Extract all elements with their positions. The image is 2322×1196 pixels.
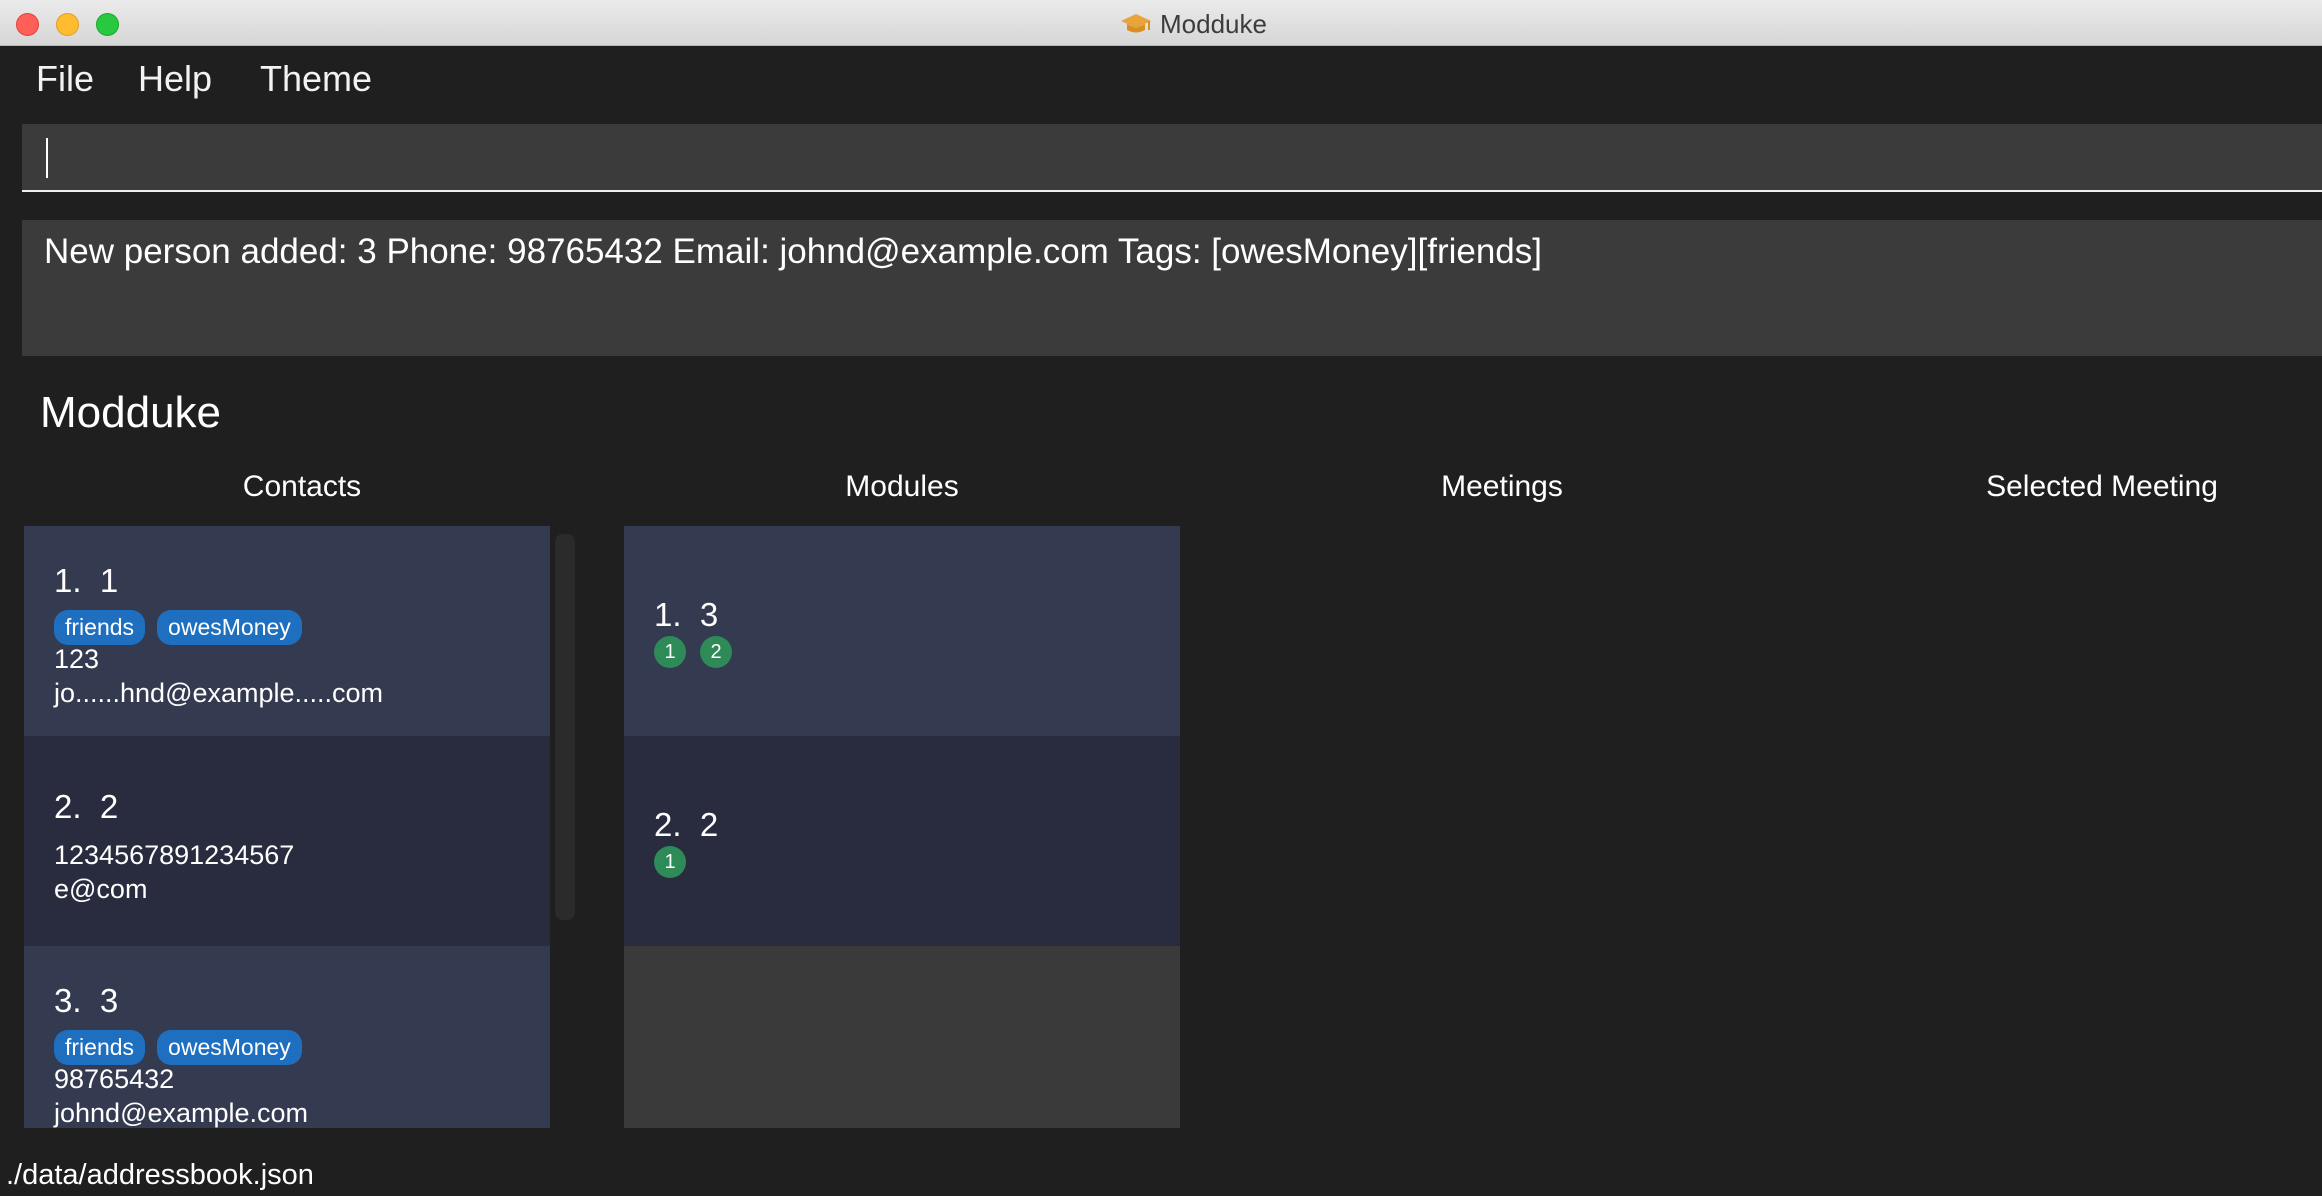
window-title-text: Modduke bbox=[1160, 8, 1267, 39]
status-bar: ./data/addressbook.json bbox=[0, 1153, 2322, 1196]
member-badge: 1 bbox=[654, 636, 686, 668]
meetings-header: Meetings bbox=[1441, 470, 1563, 503]
tag-friends: friends bbox=[54, 610, 146, 645]
contact-index: 1. bbox=[54, 562, 82, 599]
module-title: 1. 3 bbox=[654, 596, 718, 634]
minimize-window-button[interactable] bbox=[56, 13, 79, 36]
modules-list-empty-area bbox=[624, 946, 1180, 1128]
contact-name: 1 bbox=[99, 562, 119, 599]
contact-tags: friends owesMoney bbox=[54, 1030, 302, 1065]
contact-email: e@com bbox=[54, 874, 148, 904]
window-title: Modduke bbox=[1120, 8, 1267, 40]
command-input[interactable] bbox=[22, 124, 2322, 192]
tag-friends: friends bbox=[54, 1030, 146, 1065]
contact-name: 3 bbox=[99, 982, 119, 1019]
menu-file[interactable]: File bbox=[36, 58, 94, 100]
contact-phone: 98765432 bbox=[54, 1064, 175, 1094]
module-members: 1 bbox=[654, 846, 686, 878]
contact-phone: 123 bbox=[54, 644, 100, 674]
member-badge: 2 bbox=[700, 636, 732, 668]
module-index: 2. bbox=[654, 806, 682, 843]
contacts-header: Contacts bbox=[242, 470, 362, 503]
selected-meeting-panel bbox=[1824, 526, 2322, 1128]
menu-theme[interactable]: Theme bbox=[260, 58, 372, 100]
contact-index: 2. bbox=[54, 788, 82, 825]
menu-help[interactable]: Help bbox=[138, 58, 212, 100]
close-window-button[interactable] bbox=[16, 13, 39, 36]
contacts-list[interactable]: 1. 1 friends owesMoney 123 jo......hnd@e… bbox=[24, 526, 550, 1128]
contact-index: 3. bbox=[54, 982, 82, 1019]
module-name: 3 bbox=[699, 596, 719, 633]
module-card[interactable]: 2. 2 1 bbox=[624, 736, 1180, 946]
graduation-cap-icon bbox=[1121, 14, 1151, 33]
window-titlebar: Modduke bbox=[0, 0, 2322, 46]
modules-header: Modules bbox=[845, 470, 959, 503]
maximize-window-button[interactable] bbox=[96, 13, 119, 36]
menu-bar: File Help Theme bbox=[0, 46, 2322, 124]
contact-card[interactable]: 1. 1 friends owesMoney 123 jo......hnd@e… bbox=[24, 526, 550, 736]
modules-list[interactable]: 1. 3 1 2 2. 2 1 bbox=[624, 526, 1180, 1128]
tag-owesmoney: owesMoney bbox=[157, 1030, 302, 1065]
module-title: 2. 2 bbox=[654, 806, 718, 844]
selected-meeting-header: Selected Meeting bbox=[1986, 470, 2218, 503]
app-name-heading: Modduke bbox=[40, 388, 222, 437]
meetings-list[interactable] bbox=[1224, 526, 1780, 1128]
contact-title: 2. 2 bbox=[54, 788, 118, 826]
tag-owesmoney: owesMoney bbox=[157, 610, 302, 645]
contact-card[interactable]: 3. 3 friends owesMoney 98765432 johnd@ex… bbox=[24, 946, 550, 1128]
contact-email: jo......hnd@example.....com bbox=[54, 678, 384, 708]
contact-tags: friends owesMoney bbox=[54, 610, 302, 645]
module-card[interactable]: 1. 3 1 2 bbox=[624, 526, 1180, 736]
text-caret bbox=[46, 138, 48, 178]
save-location-path: ./data/addressbook.json bbox=[6, 1159, 314, 1191]
result-text: New person added: 3 Phone: 98765432 Emai… bbox=[44, 232, 1542, 271]
member-badge: 1 bbox=[654, 846, 686, 878]
contact-name: 2 bbox=[99, 788, 119, 825]
result-display[interactable]: New person added: 3 Phone: 98765432 Emai… bbox=[22, 220, 2322, 356]
module-name: 2 bbox=[699, 806, 719, 843]
contact-card[interactable]: 2. 2 1234567891234567 e@com bbox=[24, 736, 550, 946]
module-index: 1. bbox=[654, 596, 682, 633]
contact-title: 3. 3 bbox=[54, 982, 118, 1020]
contacts-scrollbar[interactable] bbox=[555, 534, 575, 920]
contact-email: johnd@example.com bbox=[54, 1098, 309, 1128]
module-members: 1 2 bbox=[654, 636, 732, 668]
contact-phone: 1234567891234567 bbox=[54, 840, 295, 870]
contact-title: 1. 1 bbox=[54, 562, 118, 600]
